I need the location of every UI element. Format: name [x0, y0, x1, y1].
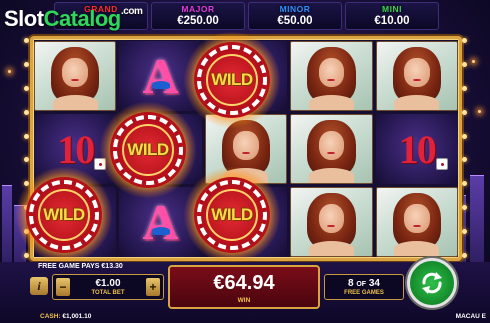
wild-label: WILD — [127, 140, 169, 159]
free-games-current: 8 — [348, 278, 354, 289]
jackpot-mini-value: €10.00 — [374, 15, 410, 27]
jackpot-mini-label: MINI — [382, 4, 402, 14]
bet-increase-button[interactable]: + — [146, 278, 160, 296]
watermark-slot: Slot — [4, 6, 44, 31]
wild-label: WILD — [211, 205, 253, 224]
cash-display: CASH: €1,001.10 — [40, 313, 91, 320]
dice-icon — [436, 158, 448, 170]
wild-label: WILD — [211, 70, 253, 89]
jackpot-minor-label: MINOR — [279, 4, 311, 14]
free-game-pays-text: FREE GAME PAYS €13.30 — [38, 263, 123, 270]
symbol-woman — [290, 114, 373, 184]
symbol-woman — [375, 41, 458, 111]
cash-value: €1,001.10 — [62, 313, 92, 320]
slotcatalog-watermark: SlotCatalog .com — [4, 6, 143, 32]
letter-a-glyph: A — [142, 194, 179, 250]
free-games-of: OF — [356, 281, 367, 288]
watermark-catalog: Catalog — [43, 6, 122, 31]
wild-chip-symbol: WILD — [100, 102, 196, 198]
cash-label: CASH: — [40, 313, 61, 320]
spin-arrows-icon — [422, 272, 442, 294]
watermark-domain: .com — [121, 6, 143, 17]
symbol-woman — [290, 187, 373, 257]
firework-sparkle — [472, 60, 475, 63]
wild-chip-symbol: WILD — [184, 32, 280, 128]
symbol-woman — [34, 41, 117, 111]
free-games-label: FREE GAMES — [344, 290, 384, 296]
wild-label: WILD — [43, 205, 85, 224]
free-games-total: 34 — [368, 278, 380, 289]
symbol-ten: 10 — [375, 114, 458, 184]
wild-chip-symbol: WILD — [16, 167, 112, 263]
jackpot-major-value: €250.00 — [177, 15, 219, 27]
jackpot-major: MAJOR €250.00 — [151, 2, 245, 30]
jackpot-mini: MINI €10.00 — [345, 2, 439, 30]
win-panel: €64.94 WIN — [168, 265, 320, 309]
ten-glyph: 10 — [57, 126, 95, 172]
firework-sparkle — [8, 70, 11, 73]
jackpot-minor-value: €50.00 — [277, 15, 313, 27]
free-games-counter: 8 OF 34 — [325, 278, 403, 289]
firework-sparkle — [478, 110, 481, 113]
game-stage: GRAND MAJOR €250.00 MINOR €50.00 MINI €1… — [0, 0, 490, 323]
game-title: MACAU E — [455, 313, 486, 320]
symbol-woman — [290, 41, 373, 111]
win-label: WIN — [237, 297, 251, 304]
win-value: €64.94 — [213, 272, 275, 294]
letter-a-glyph: A — [142, 48, 179, 104]
total-bet-panel: − €1.00 TOTAL BET + — [52, 274, 164, 300]
info-button[interactable]: i — [30, 277, 48, 295]
jackpot-minor: MINOR €50.00 — [248, 2, 342, 30]
marquee-lights-right — [462, 38, 468, 258]
ten-glyph: 10 — [398, 126, 437, 172]
jackpot-major-label: MAJOR — [181, 4, 215, 14]
wild-chip-symbol: WILD — [184, 167, 280, 263]
spin-button[interactable] — [407, 258, 457, 308]
symbol-woman — [375, 187, 458, 257]
free-games-panel: 8 OF 34 FREE GAMES — [324, 274, 404, 300]
